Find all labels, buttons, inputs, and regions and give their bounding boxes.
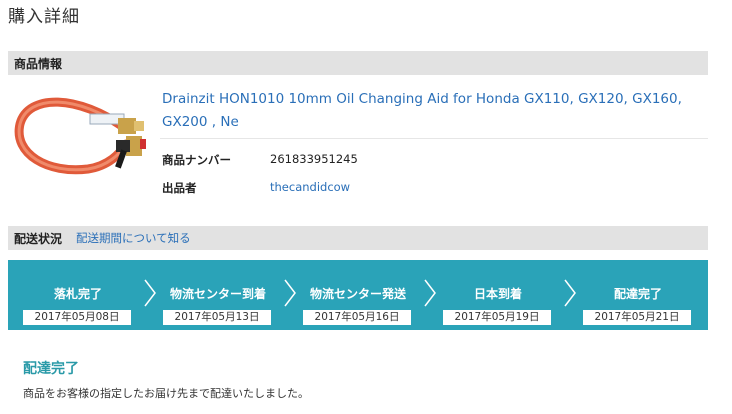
- step-label: 物流センター発送: [309, 287, 406, 301]
- shipping-status-header: 配送状況 配送期間について知る: [8, 226, 708, 250]
- progress-step: 落札完了 2017年05月08日: [8, 260, 156, 330]
- item-number-value: 261833951245: [270, 152, 358, 166]
- step-label: 落札完了: [53, 287, 102, 301]
- progress-step: 配達完了 2017年05月21日: [568, 260, 708, 330]
- seller-row: 出品者 thecandidcow: [162, 180, 350, 196]
- step-date: 2017年05月08日: [23, 310, 131, 325]
- step-date: 2017年05月16日: [303, 310, 411, 325]
- step-date: 2017年05月13日: [163, 310, 271, 325]
- step-label: 日本到着: [473, 287, 522, 301]
- shipping-status-title: 配送状況: [14, 231, 63, 246]
- item-number-label: 商品ナンバー: [162, 153, 231, 167]
- product-info-header: 商品情報: [8, 51, 708, 75]
- step-date: 2017年05月19日: [443, 310, 551, 325]
- product-info-title: 商品情報: [14, 56, 63, 71]
- seller-link[interactable]: thecandidcow: [270, 180, 350, 196]
- step-label: 配達完了: [613, 287, 662, 301]
- product-image[interactable]: [8, 84, 148, 204]
- delivery-status-message: 商品をお客様の指定したお届け先まで配達いたしました。: [23, 387, 309, 400]
- progress-step: 日本到着 2017年05月19日: [428, 260, 576, 330]
- shipping-period-link[interactable]: 配送期間について知る: [76, 230, 191, 246]
- step-label: 物流センター到着: [169, 287, 266, 301]
- item-number-row: 商品ナンバー 261833951245: [162, 152, 358, 168]
- step-date: 2017年05月21日: [583, 310, 691, 325]
- progress-step: 物流センター到着 2017年05月13日: [148, 260, 296, 330]
- divider: [160, 138, 708, 139]
- seller-label: 出品者: [162, 181, 197, 195]
- progress-step: 物流センター発送 2017年05月16日: [288, 260, 436, 330]
- delivery-status-heading: 配達完了: [23, 361, 79, 377]
- page-title: 購入詳細: [8, 7, 80, 27]
- product-title-link[interactable]: Drainzit HON1010 10mm Oil Changing Aid f…: [162, 88, 702, 134]
- shipping-progress-bar: 落札完了 2017年05月08日 物流センター到着 2017年05月13日 物流…: [8, 260, 708, 330]
